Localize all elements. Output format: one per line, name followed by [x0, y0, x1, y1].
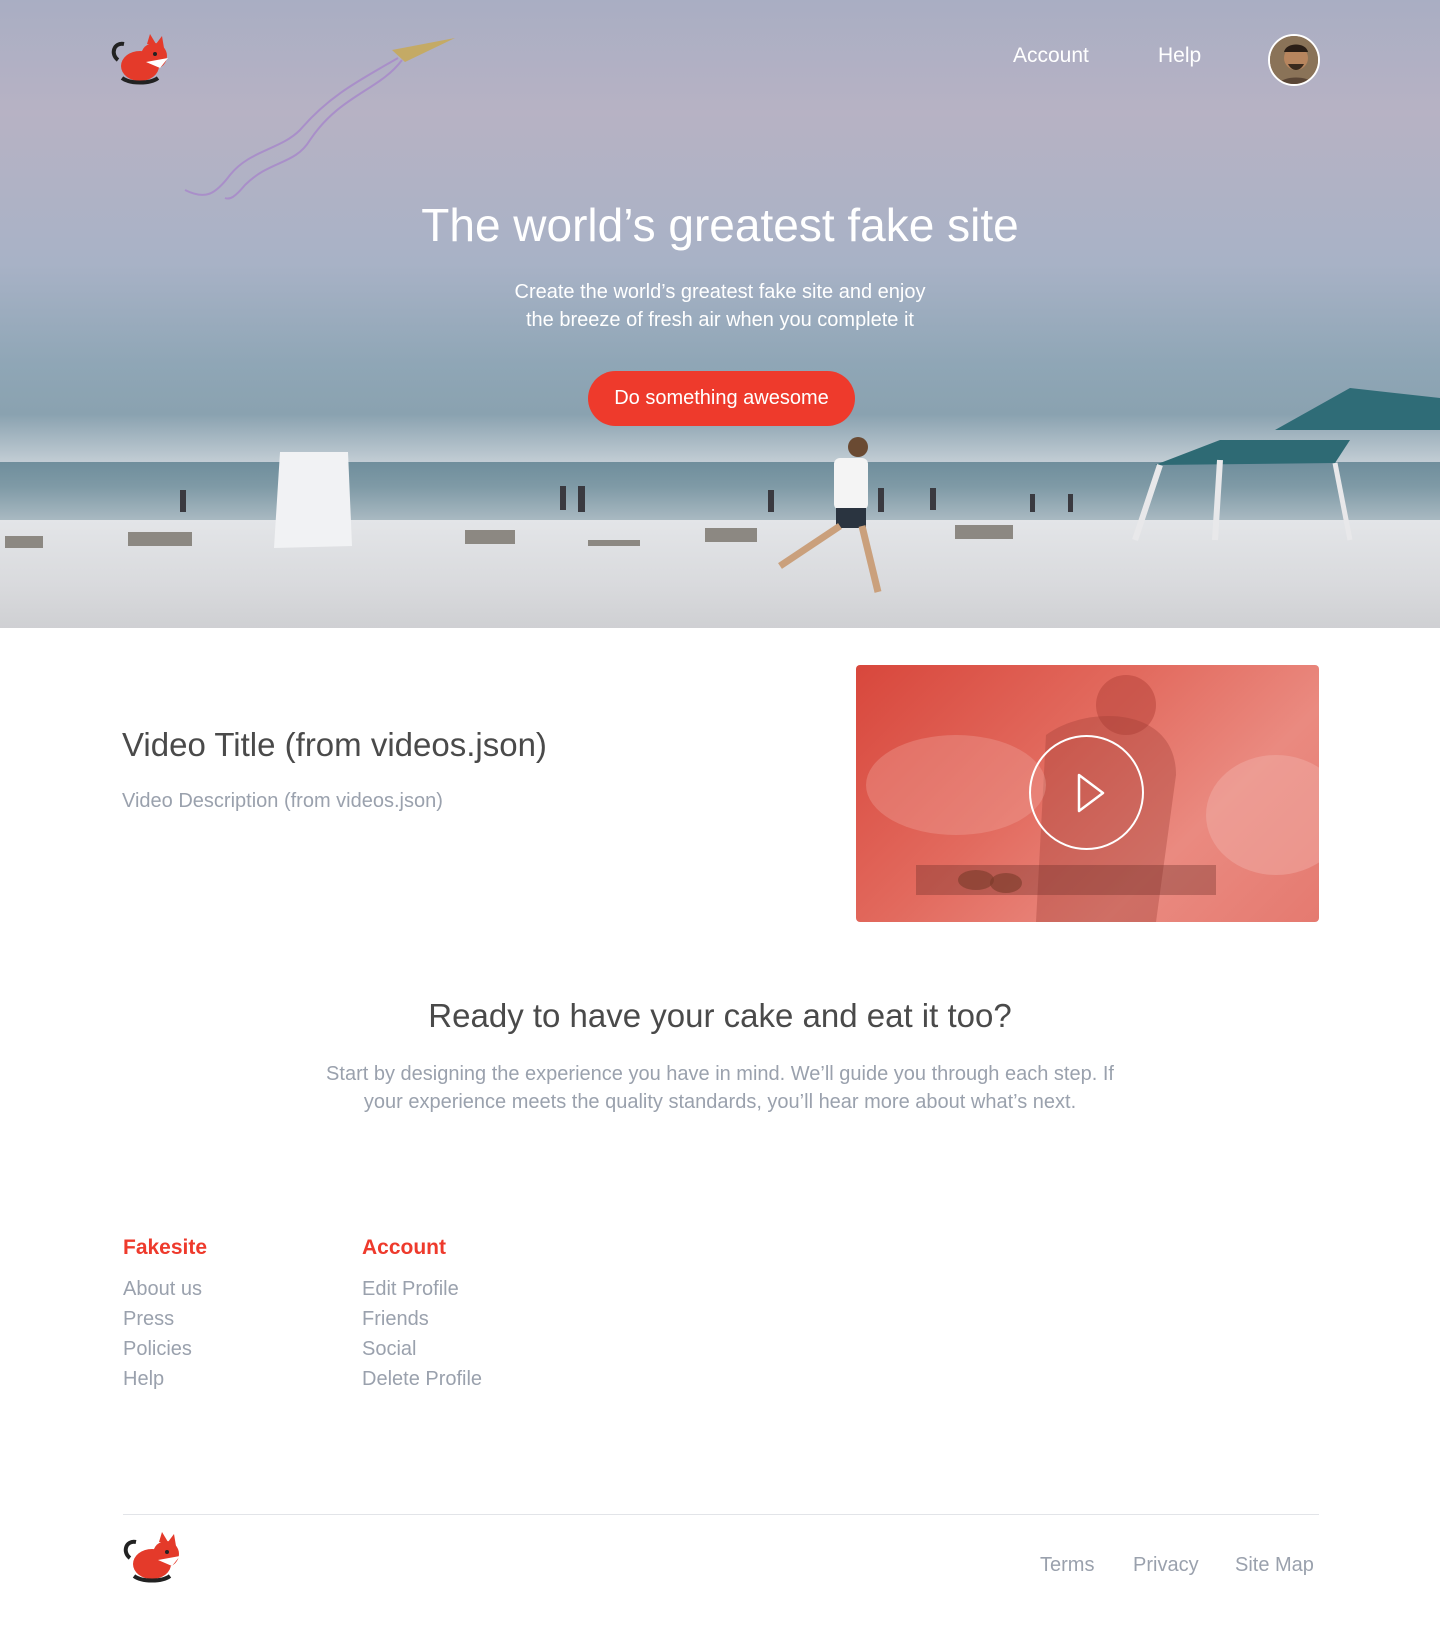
hero-subtitle-line-2: the breeze of fresh air when you complet…	[526, 309, 914, 331]
nav-help-link[interactable]: Help	[1158, 44, 1201, 68]
promo-text: Start by designing the experience you ha…	[300, 1060, 1140, 1116]
footer-terms-link[interactable]: Terms	[1040, 1554, 1094, 1577]
fox-logo-icon[interactable]	[110, 34, 172, 86]
hero-subtitle-line-1: Create the world’s greatest fake site an…	[514, 281, 926, 303]
promo-title: Ready to have your cake and eat it too?	[428, 997, 1012, 1034]
hero-banner: Account Help The world’s greatest fake s…	[0, 0, 1440, 628]
footer-link-press[interactable]: Press	[123, 1304, 207, 1334]
play-icon	[1077, 773, 1105, 813]
video-title: Video Title (from videos.json)	[122, 726, 547, 763]
footer-privacy-link[interactable]: Privacy	[1133, 1554, 1199, 1577]
footer-fox-logo-icon[interactable]	[122, 1532, 184, 1584]
hero-title: The world’s greatest fake site	[421, 199, 1019, 251]
play-button[interactable]	[1029, 735, 1144, 850]
footer-column-account: Account Edit Profile Friends Social Dele…	[362, 1236, 482, 1394]
do-something-awesome-button[interactable]: Do something awesome	[588, 371, 855, 426]
promo-text-line-2: your experience meets the quality standa…	[363, 1091, 1077, 1113]
footer-link-policies[interactable]: Policies	[123, 1334, 207, 1364]
footer-link-edit-profile[interactable]: Edit Profile	[362, 1274, 482, 1304]
video-description: Video Description (from videos.json)	[122, 790, 443, 812]
footer-link-social[interactable]: Social	[362, 1334, 482, 1364]
footer-link-about-us[interactable]: About us	[123, 1274, 207, 1304]
footer-link-delete-profile[interactable]: Delete Profile	[362, 1364, 482, 1394]
user-avatar[interactable]	[1268, 34, 1320, 86]
footer-column-fakesite: Fakesite About us Press Policies Help	[123, 1236, 207, 1394]
promo-text-line-1: Start by designing the experience you ha…	[326, 1063, 1114, 1085]
footer-divider	[123, 1514, 1319, 1515]
footer-heading-fakesite: Fakesite	[123, 1236, 208, 1259]
nav-account-link[interactable]: Account	[1013, 44, 1089, 68]
footer-link-friends[interactable]: Friends	[362, 1304, 482, 1334]
hero-subtitle: Create the world’s greatest fake site an…	[470, 278, 970, 334]
footer-link-help[interactable]: Help	[123, 1364, 207, 1394]
footer-site-map-link[interactable]: Site Map	[1235, 1554, 1314, 1577]
footer-heading-account: Account	[362, 1236, 446, 1259]
running-man	[778, 437, 882, 593]
video-thumbnail[interactable]	[856, 665, 1319, 922]
